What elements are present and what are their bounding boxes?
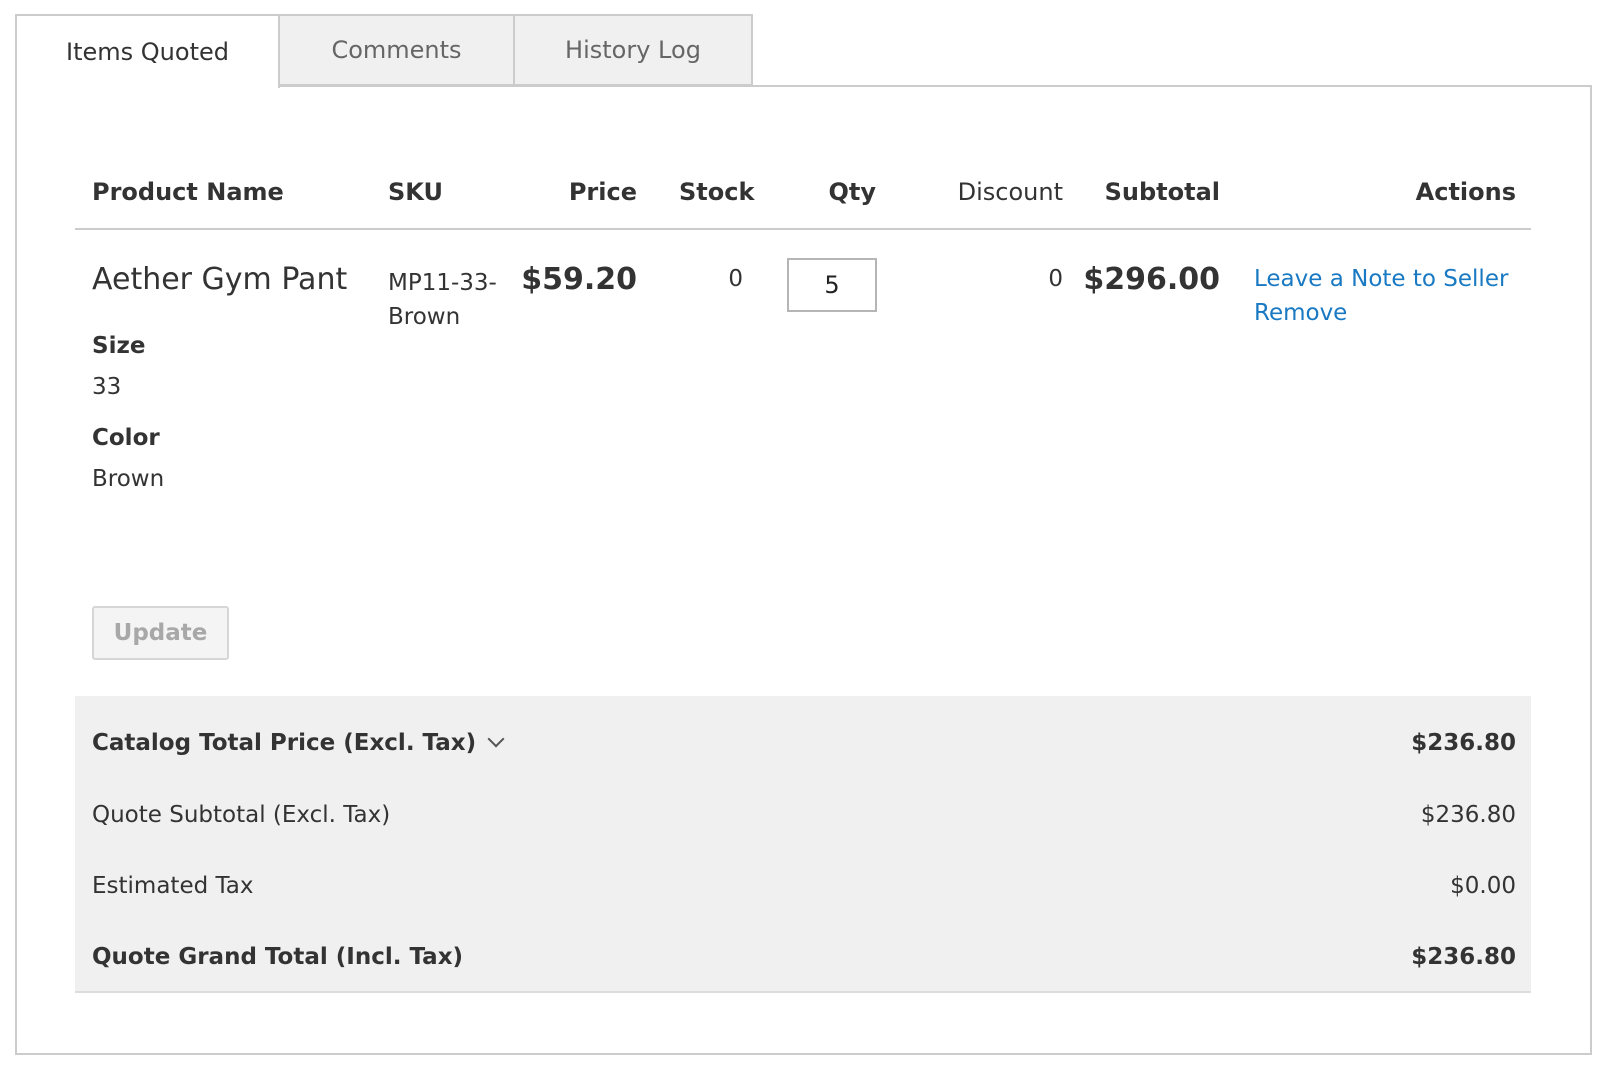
sku-line: MP11-33- [388, 270, 497, 296]
estimated-tax-label: Estimated Tax [92, 873, 254, 899]
tab-items-quoted[interactable]: Items Quoted [15, 14, 280, 88]
update-button[interactable]: Update [92, 606, 229, 660]
price-value: $59.20 [521, 262, 637, 297]
header-discount: Discount [957, 178, 1063, 206]
discount-value: 0 [1048, 266, 1063, 292]
header-qty: Qty [828, 178, 876, 206]
grand-total-value: $236.80 [1411, 944, 1516, 970]
tab-label: Items Quoted [66, 38, 229, 66]
header-subtotal: Subtotal [1104, 178, 1220, 206]
header-product-name: Product Name [92, 178, 284, 206]
leave-note-link[interactable]: Leave a Note to Seller [1254, 266, 1508, 292]
tab-label: History Log [565, 36, 701, 64]
header-sku: SKU [388, 178, 443, 206]
quote-subtotal-label: Quote Subtotal (Excl. Tax) [92, 802, 391, 828]
option-label-size: Size [92, 333, 146, 359]
header-price: Price [568, 178, 637, 206]
header-actions: Actions [1415, 178, 1516, 206]
tab-comments[interactable]: Comments [278, 14, 515, 86]
qty-input[interactable] [787, 258, 877, 312]
subtotal-value: $296.00 [1083, 262, 1220, 297]
sku-line: Brown [388, 304, 461, 330]
header-stock: Stock [679, 178, 755, 206]
option-label-color: Color [92, 425, 160, 451]
remove-link[interactable]: Remove [1254, 300, 1347, 326]
tab-history-log[interactable]: History Log [513, 14, 753, 86]
stock-value: 0 [728, 266, 743, 292]
product-name: Aether Gym Pant [92, 262, 348, 297]
chevron-down-icon [487, 730, 505, 748]
catalog-total-label: Catalog Total Price (Excl. Tax) [92, 730, 477, 756]
catalog-total-toggle[interactable]: Catalog Total Price (Excl. Tax) [92, 730, 505, 756]
tab-label: Comments [331, 36, 462, 64]
option-value-color: Brown [92, 466, 165, 492]
header-divider [75, 228, 1531, 230]
grand-total-label: Quote Grand Total (Incl. Tax) [92, 944, 464, 970]
sku-value: MP11-33- Brown [388, 266, 508, 334]
estimated-tax-value: $0.00 [1450, 873, 1516, 899]
quote-subtotal-value: $236.80 [1420, 802, 1516, 828]
option-value-size: 33 [92, 374, 122, 400]
catalog-total-value: $236.80 [1411, 730, 1516, 756]
